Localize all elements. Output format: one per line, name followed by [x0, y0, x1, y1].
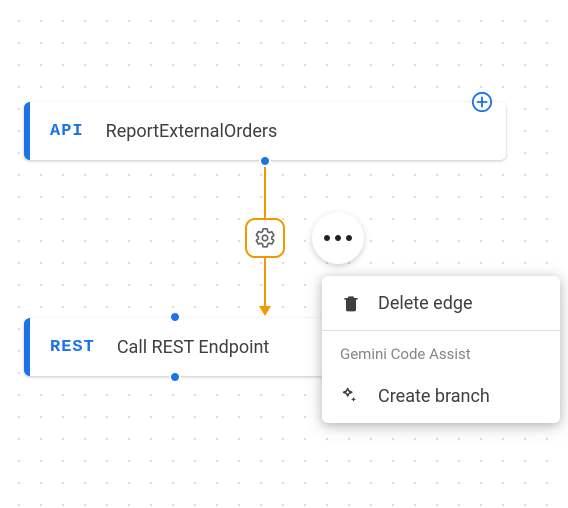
gear-icon	[254, 227, 276, 249]
node-type-tag: REST	[50, 338, 95, 357]
sparkle-branch-icon	[340, 385, 362, 407]
menu-item-delete-edge[interactable]: Delete edge	[322, 276, 560, 330]
edge-config-button[interactable]	[245, 218, 285, 258]
trash-icon	[340, 292, 362, 314]
edge-arrowhead	[259, 306, 271, 316]
node-title: Call REST Endpoint	[117, 337, 270, 358]
node-rest[interactable]: REST Call REST Endpoint	[24, 318, 326, 376]
node-title: ReportExternalOrders	[106, 121, 278, 142]
plus-circle-icon	[471, 91, 493, 113]
menu-item-label: Delete edge	[378, 293, 473, 314]
edge-more-button[interactable]	[312, 212, 364, 264]
output-port[interactable]	[169, 371, 181, 383]
node-accent	[24, 102, 30, 160]
flow-canvas[interactable]: API ReportExternalOrders REST Call REST …	[0, 0, 568, 508]
output-port[interactable]	[259, 155, 271, 167]
add-button[interactable]	[470, 90, 494, 114]
menu-item-create-branch[interactable]: Create branch	[322, 369, 560, 423]
more-horiz-icon	[324, 235, 352, 241]
input-port[interactable]	[169, 311, 181, 323]
node-type-tag: API	[50, 122, 84, 141]
edge-context-menu: Delete edge Gemini Code Assist Create br…	[322, 276, 560, 423]
menu-item-label: Create branch	[378, 386, 490, 407]
node-accent	[24, 318, 30, 376]
node-api[interactable]: API ReportExternalOrders	[24, 102, 506, 160]
menu-section-header: Gemini Code Assist	[322, 331, 560, 369]
